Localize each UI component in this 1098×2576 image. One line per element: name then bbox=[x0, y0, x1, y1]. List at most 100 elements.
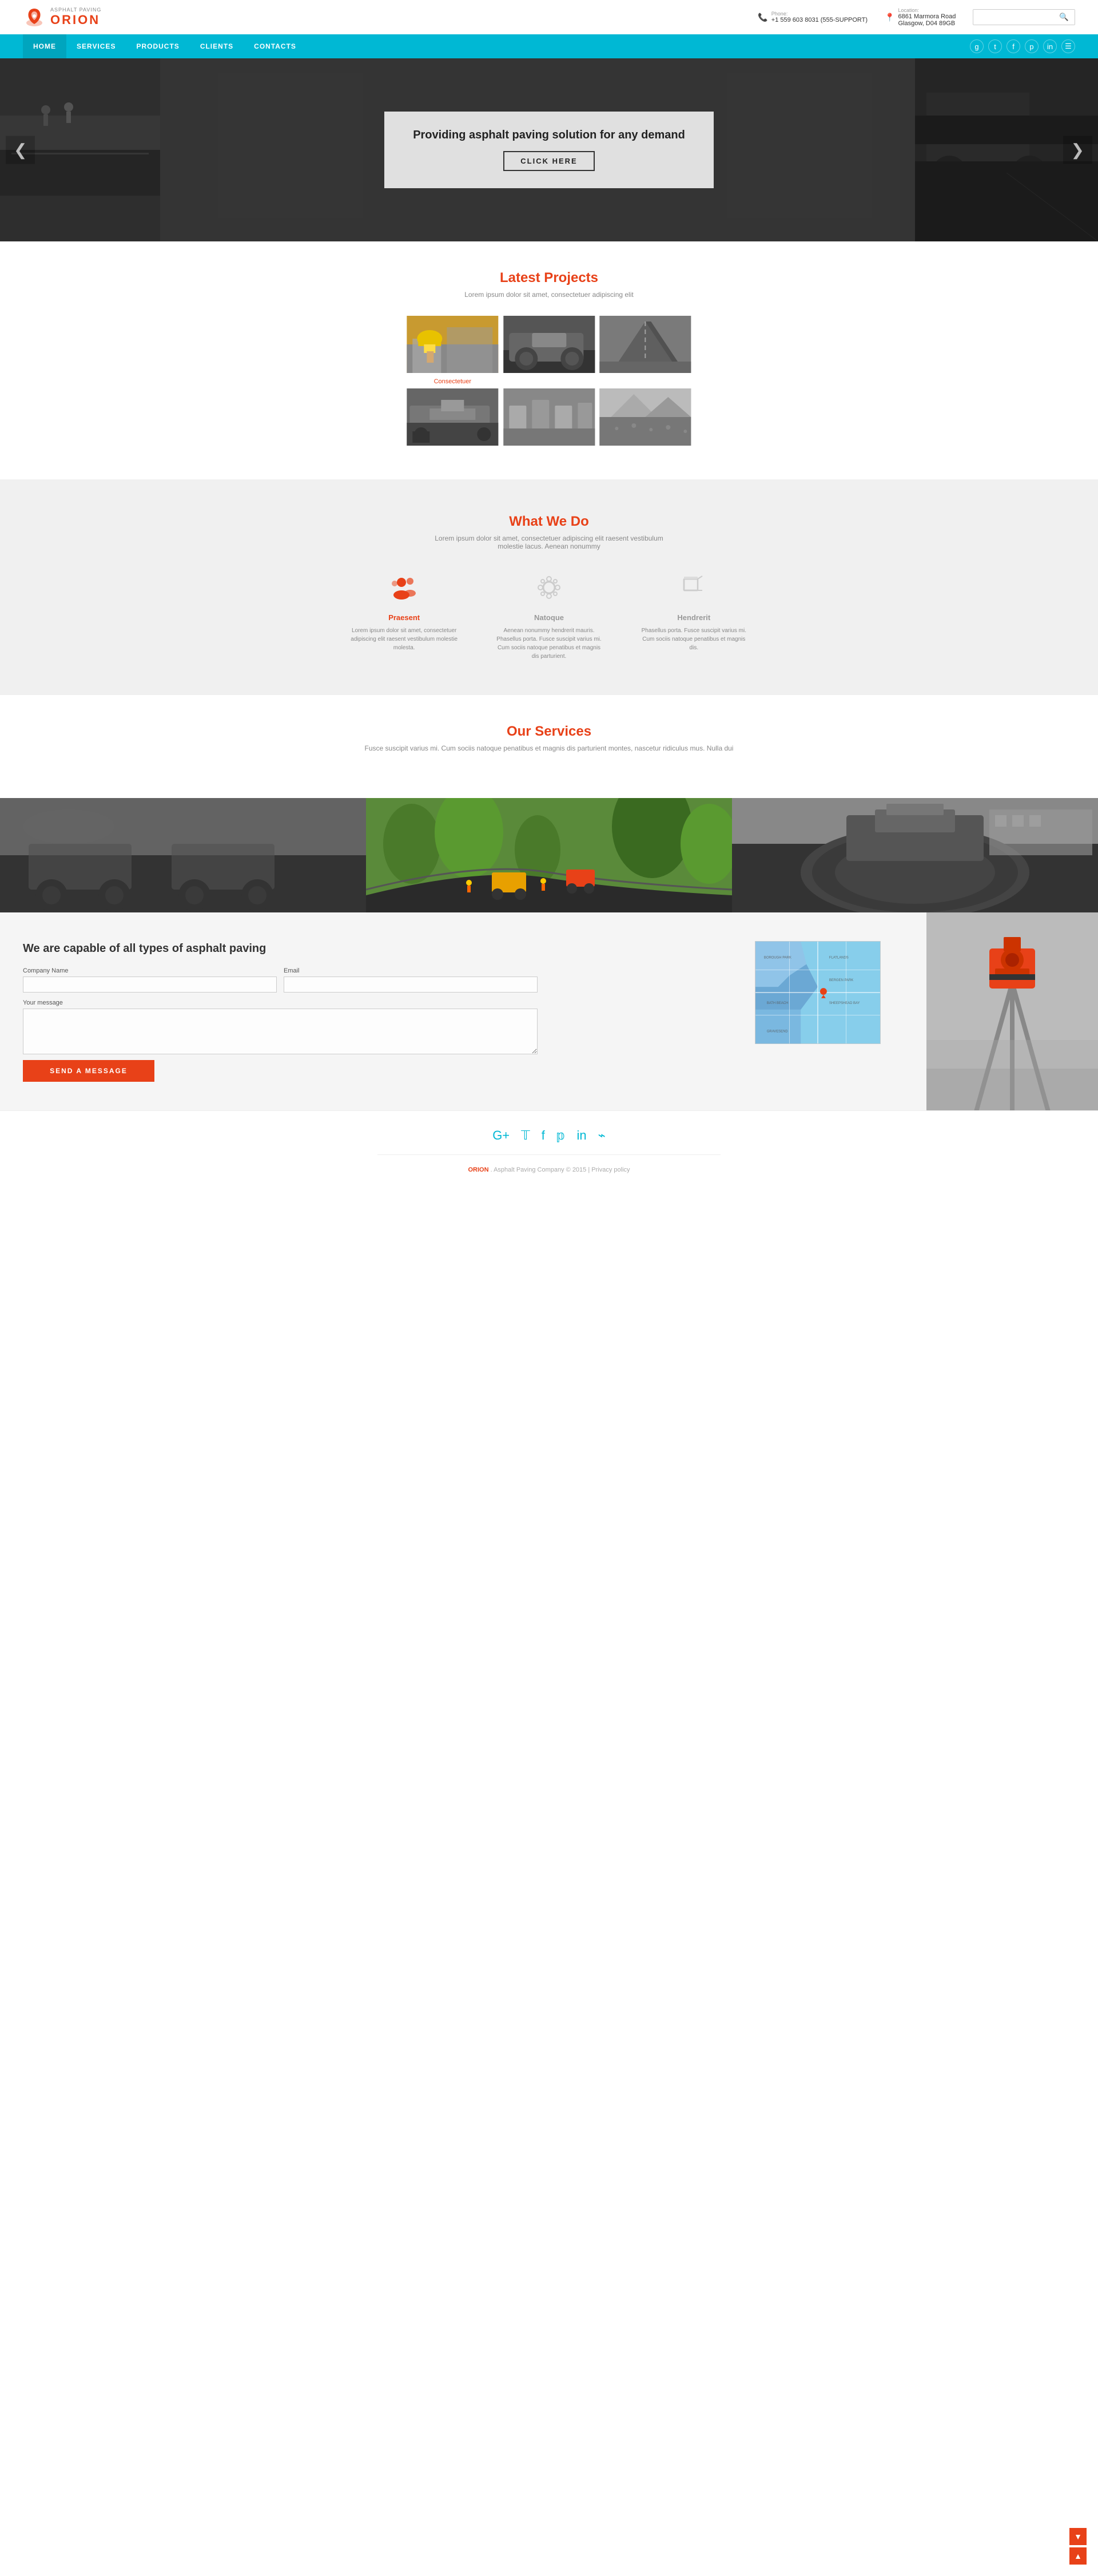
navbar: HOME SERVICES PRODUCTS CLIENTS CONTACTS … bbox=[0, 34, 1098, 58]
message-form-group: Your message bbox=[23, 999, 538, 1054]
scroll-buttons: ▼ ▲ bbox=[1069, 2528, 1087, 2565]
footer-divider bbox=[377, 1154, 721, 1155]
project-thumb-5 bbox=[503, 388, 596, 446]
nav-contacts[interactable]: CONTACTS bbox=[244, 34, 307, 58]
message-label: Your message bbox=[23, 999, 538, 1006]
nav-clients[interactable]: CLIENTS bbox=[190, 34, 244, 58]
what-we-do-title: What We Do bbox=[23, 514, 1075, 530]
service-name-2: Natoque bbox=[494, 613, 604, 622]
nav-social: g t f p in ☰ bbox=[970, 39, 1075, 53]
footer-social: G+ 𝕋 f 𝕡 in ⌁ ORION . Asphalt Paving Com… bbox=[0, 1110, 1098, 1196]
cta-section: We are capable of all types of asphalt p… bbox=[0, 912, 1098, 1110]
service-desc-3: Phasellus porta. Fusce suscipit varius m… bbox=[639, 626, 749, 652]
nav-home[interactable]: HOME bbox=[23, 34, 66, 58]
nav-products[interactable]: PRODUCTS bbox=[126, 34, 189, 58]
footer-twitter-icon[interactable]: 𝕋 bbox=[521, 1128, 530, 1143]
company-input[interactable] bbox=[23, 977, 277, 993]
scroll-up-button[interactable]: ▲ bbox=[1069, 2547, 1087, 2565]
social-twitter[interactable]: t bbox=[988, 39, 1002, 53]
svg-text:SHEEPSHEAD BAY: SHEEPSHEAD BAY bbox=[829, 1002, 860, 1005]
service-icon-1 bbox=[349, 573, 459, 608]
header-contact: 📞 Phone: +1 559 603 8031 (555-SUPPORT) 📍… bbox=[758, 7, 1075, 27]
form-row-1: Company Name Email bbox=[23, 967, 538, 993]
what-we-do-subtitle: Lorem ipsum dolor sit amet, consectetuer… bbox=[435, 534, 663, 550]
project-item-2[interactable] bbox=[503, 316, 596, 385]
project-item-6[interactable] bbox=[599, 388, 692, 451]
footer-rss-icon[interactable]: ⌁ bbox=[598, 1128, 606, 1143]
social-rss[interactable]: ☰ bbox=[1061, 39, 1075, 53]
service-hendrerit: Hendrerit Phasellus porta. Fusce suscipi… bbox=[639, 573, 749, 661]
strip-item-1 bbox=[0, 798, 366, 912]
hero-section: ❮ Providing asphalt paving solution for … bbox=[0, 58, 1098, 241]
strip-item-3 bbox=[732, 798, 1098, 912]
latest-projects-section: Latest Projects Lorem ipsum dolor sit am… bbox=[0, 241, 1098, 479]
svg-text:GRAVESEND: GRAVESEND bbox=[767, 1030, 788, 1033]
services-strip bbox=[0, 798, 1098, 912]
location-address: 6861 Marmora Road Glasgow, D04 89GB bbox=[898, 13, 956, 27]
footer-gplus-icon[interactable]: G+ bbox=[492, 1128, 510, 1143]
service-natoque: Natoque Aenean nonummy hendrerit mauris.… bbox=[494, 573, 604, 661]
search-button[interactable]: 🔍 bbox=[1053, 10, 1075, 25]
footer-bottom: ORION . Asphalt Paving Company © 2015 | … bbox=[17, 1161, 1081, 1179]
project-thumb-6 bbox=[599, 388, 692, 446]
location-label: Location: bbox=[898, 7, 956, 13]
project-item-1[interactable]: Consectetuer bbox=[406, 316, 499, 385]
cta-left: We are capable of all types of asphalt p… bbox=[23, 941, 538, 1082]
svg-text:BERGEN PARK: BERGEN PARK bbox=[829, 979, 853, 982]
location-icon: 📍 bbox=[885, 13, 894, 22]
footer-facebook-icon[interactable]: f bbox=[542, 1128, 545, 1143]
project-thumb-2 bbox=[503, 316, 596, 373]
hero-title: Providing asphalt paving solution for an… bbox=[413, 129, 685, 142]
search-box[interactable]: 🔍 bbox=[973, 9, 1075, 25]
hero-content: Providing asphalt paving solution for an… bbox=[384, 112, 714, 188]
svg-text:BATH BEACH: BATH BEACH bbox=[767, 1002, 789, 1005]
svg-text:BOROUGH PARK: BOROUGH PARK bbox=[764, 956, 791, 960]
footer-brand: ORION bbox=[468, 1166, 488, 1173]
phone-contact: 📞 Phone: +1 559 603 8031 (555-SUPPORT) bbox=[758, 11, 868, 23]
social-facebook[interactable]: f bbox=[1006, 39, 1020, 53]
project-item-4[interactable] bbox=[406, 388, 499, 451]
footer-pinterest-icon[interactable]: 𝕡 bbox=[556, 1128, 566, 1143]
social-linkedin[interactable]: in bbox=[1043, 39, 1057, 53]
service-praesent: Praesent Lorem ipsum dolor sit amet, con… bbox=[349, 573, 459, 661]
email-label: Email bbox=[284, 967, 538, 974]
header-top: Asphalt paving ORION 📞 Phone: +1 559 603… bbox=[0, 0, 1098, 34]
social-icons-row: G+ 𝕋 f 𝕡 in ⌁ bbox=[17, 1128, 1081, 1143]
phone-icon: 📞 bbox=[758, 13, 767, 22]
logo-name: ORION bbox=[50, 13, 101, 27]
footer-copyright: . Asphalt Paving Company © 2015 bbox=[491, 1166, 587, 1173]
phone-number: +1 559 603 8031 (555-SUPPORT) bbox=[771, 17, 868, 23]
project-item-3[interactable] bbox=[599, 316, 692, 385]
our-services-subtitle: Fusce suscipit varius mi. Cum sociis nat… bbox=[23, 744, 1075, 752]
project-label-1: Consectetuer bbox=[406, 378, 499, 385]
location-contact: 📍 Location: 6861 Marmora Road Glasgow, D… bbox=[885, 7, 956, 27]
footer-linkedin-icon[interactable]: in bbox=[576, 1128, 586, 1143]
service-desc-1: Lorem ipsum dolor sit amet, consectetuer… bbox=[349, 626, 459, 652]
nav-services[interactable]: SERVICES bbox=[66, 34, 126, 58]
send-button[interactable]: SEND A MESSAGE bbox=[23, 1060, 154, 1082]
logo-area: Asphalt paving ORION bbox=[23, 6, 101, 29]
message-textarea[interactable] bbox=[23, 1009, 538, 1054]
hero-prev-arrow[interactable]: ❮ bbox=[6, 136, 35, 164]
social-pinterest[interactable]: p bbox=[1025, 39, 1039, 53]
scroll-down-button[interactable]: ▼ bbox=[1069, 2528, 1087, 2545]
hero-next-arrow[interactable]: ❯ bbox=[1063, 136, 1092, 164]
company-form-group: Company Name bbox=[23, 967, 277, 993]
project-item-5[interactable] bbox=[503, 388, 596, 451]
projects-grid: Consectetuer bbox=[406, 316, 692, 451]
our-services-section: Our Services Fusce suscipit varius mi. C… bbox=[0, 695, 1098, 798]
strip-item-2 bbox=[366, 798, 732, 912]
hero-cta-button[interactable]: CLICK HERE bbox=[503, 151, 594, 171]
service-name-3: Hendrerit bbox=[639, 613, 749, 622]
logo-text: Asphalt paving ORION bbox=[50, 7, 101, 27]
email-input[interactable] bbox=[284, 977, 538, 993]
company-label: Company Name bbox=[23, 967, 277, 974]
search-input[interactable] bbox=[973, 10, 1053, 25]
social-gplus[interactable]: g bbox=[970, 39, 984, 53]
project-thumb-1 bbox=[406, 316, 499, 373]
project-thumb-3 bbox=[599, 316, 692, 373]
logo-small: Asphalt paving bbox=[50, 7, 101, 13]
what-we-do-section: What We Do Lorem ipsum dolor sit amet, c… bbox=[0, 479, 1098, 695]
service-desc-2: Aenean nonummy hendrerit mauris. Phasell… bbox=[494, 626, 604, 661]
footer-privacy-link[interactable]: Privacy policy bbox=[591, 1166, 630, 1173]
